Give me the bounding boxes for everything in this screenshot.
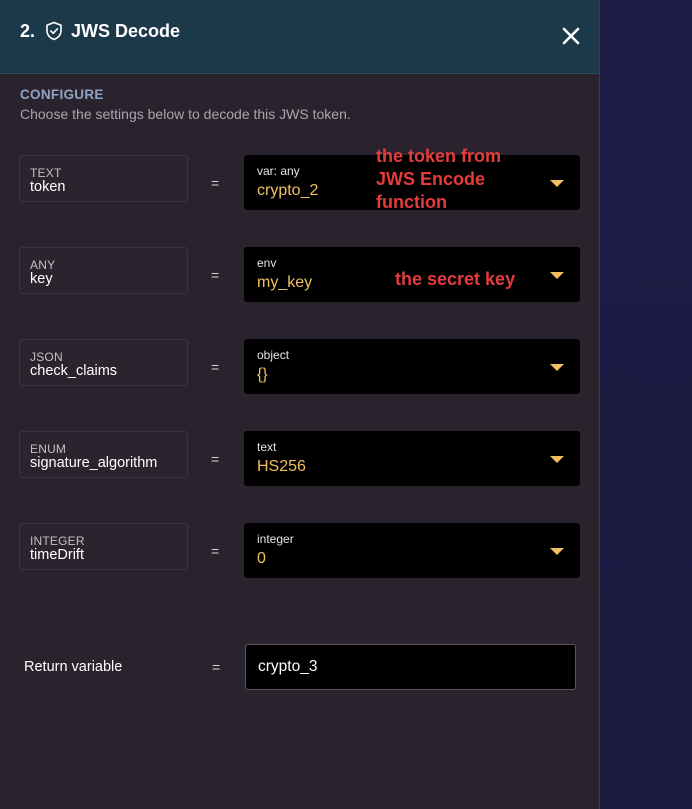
jws-decode-panel: 2. JWS Decode CONFIGURE Choose the setti…	[0, 0, 599, 809]
param-token: TEXT token	[19, 155, 188, 202]
time-drift-value-select[interactable]: integer 0	[244, 523, 580, 578]
value-text: 0	[257, 550, 266, 567]
param-name: key	[30, 271, 53, 287]
param-signature-algorithm: ENUM signature_algorithm	[19, 431, 188, 478]
value-type: var: any	[257, 164, 300, 178]
param-type: JSON	[30, 350, 63, 364]
signature-algorithm-value-select[interactable]: text HS256	[244, 431, 580, 486]
value-type: object	[257, 348, 290, 362]
chevron-down-icon[interactable]	[550, 456, 564, 463]
equals-sign: =	[212, 659, 221, 675]
param-name: token	[30, 179, 66, 195]
panel-header: 2. JWS Decode	[0, 0, 599, 74]
param-name: signature_algorithm	[30, 455, 158, 471]
configure-description: Choose the settings below to decode this…	[20, 106, 351, 122]
annotation-line: function	[376, 192, 447, 212]
configure-heading: CONFIGURE	[20, 87, 104, 102]
chevron-down-icon[interactable]	[550, 548, 564, 555]
param-type: ANY	[30, 258, 56, 272]
value-text: {}	[257, 366, 268, 383]
token-annotation: the token from JWS Encode function	[376, 145, 501, 214]
key-annotation: the secret key	[395, 269, 516, 289]
value-type: text	[257, 440, 277, 454]
param-type: INTEGER	[30, 534, 85, 548]
chevron-down-icon[interactable]	[550, 272, 564, 279]
panel-title: JWS Decode	[71, 21, 181, 41]
check-claims-value-select[interactable]: object {}	[244, 339, 580, 394]
value-text: my_key	[257, 274, 313, 291]
return-variable-input[interactable]	[245, 644, 576, 690]
annotation-line: the token from	[376, 146, 502, 166]
value-text: crypto_2	[257, 182, 319, 199]
param-check-claims: JSON check_claims	[19, 339, 188, 386]
equals-sign: =	[211, 543, 220, 559]
value-text: HS256	[257, 458, 306, 475]
value-type: env	[257, 256, 277, 270]
step-number: 2.	[20, 21, 36, 41]
param-type: ENUM	[30, 442, 67, 456]
param-name: timeDrift	[30, 547, 84, 563]
param-key: ANY key	[19, 247, 188, 294]
canvas-background	[599, 0, 692, 809]
param-time-drift: INTEGER timeDrift	[19, 523, 188, 570]
equals-sign: =	[211, 359, 220, 375]
chevron-down-icon[interactable]	[550, 364, 564, 371]
param-type: TEXT	[30, 166, 62, 180]
annotation-line: JWS Encode	[376, 169, 486, 189]
chevron-down-icon[interactable]	[550, 180, 564, 187]
equals-sign: =	[211, 451, 220, 467]
equals-sign: =	[211, 267, 220, 283]
param-name: check_claims	[30, 363, 118, 379]
close-icon[interactable]	[558, 23, 584, 49]
return-variable-label: Return variable	[24, 659, 123, 675]
equals-sign: =	[211, 175, 220, 191]
shield-check-icon	[46, 21, 62, 41]
value-type: integer	[257, 532, 294, 546]
